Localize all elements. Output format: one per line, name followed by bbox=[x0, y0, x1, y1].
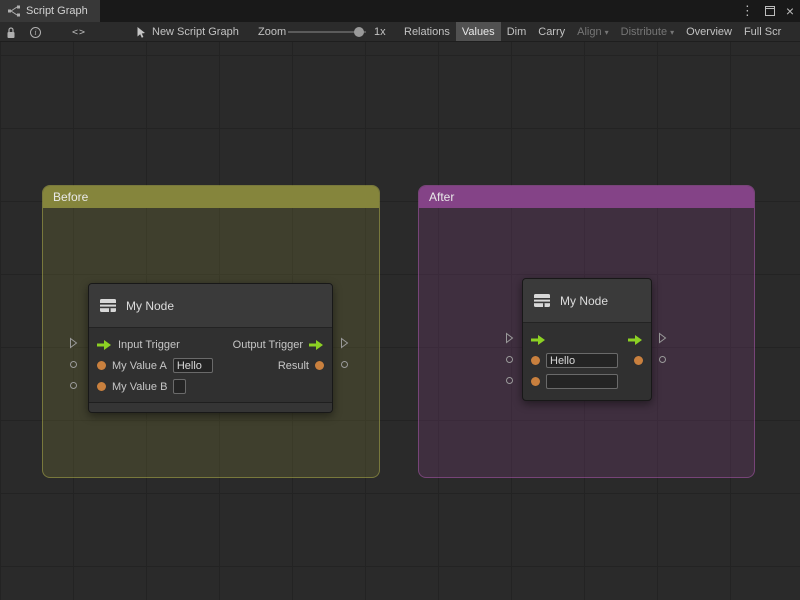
zoom-label: Zoom bbox=[258, 22, 286, 42]
node-my-node-after[interactable]: My Node bbox=[522, 278, 652, 401]
node-icon bbox=[99, 297, 117, 315]
value-b-row bbox=[523, 371, 651, 392]
kebab-menu-icon[interactable]: ⋮ bbox=[741, 3, 754, 19]
info-icon[interactable]: i bbox=[30, 22, 41, 42]
zoom-value: 1x bbox=[374, 22, 386, 42]
values-button[interactable]: Values bbox=[456, 22, 501, 42]
node-title: My Node bbox=[126, 299, 174, 313]
overview-button[interactable]: Overview bbox=[680, 22, 738, 42]
tab-bar: Script Graph ⋮ × bbox=[0, 0, 800, 22]
result-dot-icon[interactable] bbox=[315, 361, 324, 370]
value-b-dot-icon[interactable] bbox=[531, 377, 540, 386]
value-a-row bbox=[523, 350, 651, 371]
graph-name-breadcrumb[interactable]: New Script Graph bbox=[152, 22, 239, 42]
graph-toolbar: i <> New Script Graph Zoom 1x Relations … bbox=[0, 22, 800, 42]
window-controls: ⋮ × bbox=[741, 0, 794, 22]
value-a-dot-icon[interactable] bbox=[97, 361, 106, 370]
output-trigger-port[interactable] bbox=[340, 337, 349, 349]
node-body: Input Trigger Output Trigger My Value A bbox=[89, 328, 332, 399]
zoom-slider[interactable] bbox=[288, 22, 366, 42]
distribute-button[interactable]: Distribute ▾ bbox=[615, 22, 680, 42]
dim-button[interactable]: Dim bbox=[501, 22, 533, 42]
node-icon bbox=[533, 292, 551, 310]
pointer-icon bbox=[136, 22, 146, 42]
node-footer bbox=[89, 402, 332, 412]
value-a-dot-icon[interactable] bbox=[531, 356, 540, 365]
toolbar-buttons: Relations Values Dim Carry Align ▾ Distr… bbox=[398, 22, 787, 42]
output-trigger-label: Output Trigger bbox=[233, 339, 303, 351]
input-trigger-port[interactable] bbox=[69, 337, 78, 349]
trigger-out-icon[interactable] bbox=[628, 335, 643, 345]
align-label: Align bbox=[577, 26, 601, 38]
graph-icon bbox=[8, 5, 20, 17]
trigger-in-icon[interactable] bbox=[97, 340, 112, 350]
maximize-icon[interactable] bbox=[765, 6, 775, 16]
value-b-row: My Value B bbox=[89, 376, 332, 397]
result-dot-icon[interactable] bbox=[634, 356, 643, 365]
value-b-label: My Value B bbox=[112, 381, 167, 393]
value-b-port[interactable] bbox=[506, 377, 513, 384]
trigger-out-icon[interactable] bbox=[309, 340, 324, 350]
node-header[interactable]: My Node bbox=[523, 279, 651, 323]
chevron-down-icon: ▾ bbox=[670, 28, 674, 37]
output-trigger-port[interactable] bbox=[658, 332, 667, 344]
group-before-header[interactable]: Before bbox=[43, 186, 379, 208]
value-b-dot-icon[interactable] bbox=[97, 382, 106, 391]
lock-icon[interactable] bbox=[6, 22, 16, 42]
node-body bbox=[523, 323, 651, 400]
result-port[interactable] bbox=[341, 361, 348, 368]
trigger-row bbox=[523, 329, 651, 350]
value-a-field[interactable] bbox=[173, 358, 213, 373]
value-a-row: My Value A Result bbox=[89, 355, 332, 376]
carry-button[interactable]: Carry bbox=[532, 22, 571, 42]
zoom-slider-knob[interactable] bbox=[354, 27, 364, 37]
script-graph-window: Script Graph ⋮ × i <> New Script bbox=[0, 0, 800, 600]
result-label: Result bbox=[278, 360, 309, 372]
input-trigger-label: Input Trigger bbox=[118, 339, 180, 351]
value-b-field[interactable] bbox=[546, 374, 618, 389]
value-a-port[interactable] bbox=[70, 361, 77, 368]
graph-canvas[interactable]: Before After bbox=[0, 42, 800, 600]
node-header[interactable]: My Node bbox=[89, 284, 332, 328]
value-a-port[interactable] bbox=[506, 356, 513, 363]
input-trigger-port[interactable] bbox=[505, 332, 514, 344]
group-after-label: After bbox=[429, 190, 454, 204]
value-b-port[interactable] bbox=[70, 382, 77, 389]
group-before-label: Before bbox=[53, 190, 88, 204]
result-port[interactable] bbox=[659, 356, 666, 363]
align-button[interactable]: Align ▾ bbox=[571, 22, 614, 42]
tab-title: Script Graph bbox=[26, 5, 88, 17]
node-title: My Node bbox=[560, 294, 608, 308]
group-after-header[interactable]: After bbox=[419, 186, 754, 208]
trigger-in-icon[interactable] bbox=[531, 335, 546, 345]
node-my-node-before[interactable]: My Node Input Trigger Output Trigger bbox=[88, 283, 333, 413]
relations-button[interactable]: Relations bbox=[398, 22, 456, 42]
close-icon[interactable]: × bbox=[786, 4, 794, 18]
tab-script-graph[interactable]: Script Graph bbox=[0, 0, 100, 22]
value-a-label: My Value A bbox=[112, 360, 167, 372]
trigger-row: Input Trigger Output Trigger bbox=[89, 334, 332, 355]
chevron-down-icon: ▾ bbox=[605, 28, 609, 37]
fullscreen-button[interactable]: Full Scr bbox=[738, 22, 787, 42]
code-icon[interactable]: <> bbox=[72, 22, 86, 42]
value-a-field[interactable] bbox=[546, 353, 618, 368]
distribute-label: Distribute bbox=[621, 26, 667, 38]
value-b-field[interactable] bbox=[173, 379, 186, 394]
